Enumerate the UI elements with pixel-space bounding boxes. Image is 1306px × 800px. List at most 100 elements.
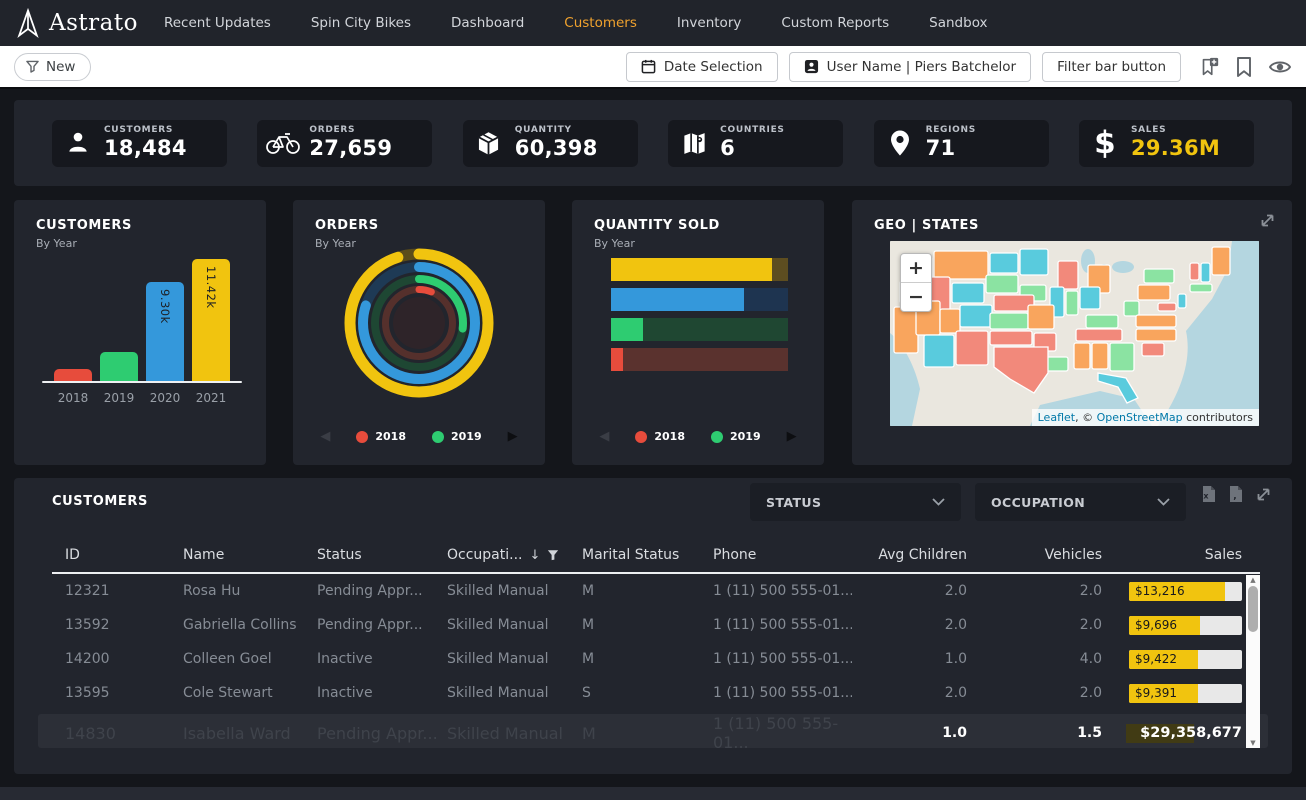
geo-states-card: GEO | STATES + − <box>852 200 1292 465</box>
chart-title: CUSTOMERS <box>36 218 132 233</box>
nav-item-custom-reports[interactable]: Custom Reports <box>781 15 889 31</box>
table-scrollbar[interactable]: ▲ ▼ <box>1246 575 1260 748</box>
hbar-2021[interactable] <box>611 258 788 281</box>
eye-icon[interactable] <box>1268 58 1292 76</box>
map-title: GEO | STATES <box>874 218 979 233</box>
map-zoom-control: + − <box>900 253 932 312</box>
col-id[interactable]: ID <box>52 547 183 563</box>
col-name[interactable]: Name <box>183 547 317 563</box>
legend-item-2019[interactable]: 2019 <box>432 430 482 443</box>
legend-item-2018[interactable]: 2018 <box>356 430 406 443</box>
legend-prev-icon[interactable]: ◀ <box>320 430 330 443</box>
bookmark-add-icon[interactable] <box>1198 56 1220 78</box>
col-marital-status[interactable]: Marital Status <box>582 547 713 563</box>
filter-bar-button-label: Filter bar button <box>1057 59 1166 75</box>
sales-bar-cell: $13,216 <box>1102 582 1242 601</box>
kpi-band: CUSTOMERS18,484 ORDERS27,659 QUANTITY60,… <box>14 100 1292 186</box>
nav-items: Recent Updates Spin City Bikes Dashboard… <box>164 15 988 31</box>
hbar-2018[interactable] <box>611 348 788 371</box>
column-filter-icon[interactable] <box>547 549 559 561</box>
user-name-button[interactable]: User Name | Piers Batchelor <box>789 52 1031 82</box>
quantity-sold-card: QUANTITY SOLD By Year ◀ 2018 2019 ▶ <box>572 200 824 465</box>
openstreetmap-link[interactable]: OpenStreetMap <box>1097 411 1183 424</box>
donut-chart[interactable] <box>340 244 498 402</box>
footer-strip <box>0 787 1306 800</box>
table-row[interactable]: 13592 Gabriella Collins Pending Appr... … <box>52 608 1242 642</box>
date-selection-button[interactable]: Date Selection <box>626 52 778 82</box>
table-row[interactable]: 14200 Colleen Goel Inactive Skilled Manu… <box>52 642 1242 676</box>
filter-bar-button[interactable]: Filter bar button <box>1042 52 1181 82</box>
nav-item-recent-updates[interactable]: Recent Updates <box>164 15 271 31</box>
table-title: CUSTOMERS <box>52 494 148 509</box>
status-filter-dropdown[interactable]: STATUS <box>750 483 961 521</box>
kpi-countries: COUNTRIES6 <box>668 120 843 167</box>
occupation-filter-dropdown[interactable]: OCCUPATION <box>975 483 1186 521</box>
table-body: 12321 Rosa Hu Pending Appr... Skilled Ma… <box>52 574 1242 710</box>
legend-prev-icon[interactable]: ◀ <box>599 430 609 443</box>
export-csv-icon[interactable]: , <box>1228 485 1244 503</box>
col-sales[interactable]: Sales <box>1102 547 1242 563</box>
astrato-logo[interactable]: Astrato <box>14 6 138 40</box>
scroll-down-icon[interactable]: ▼ <box>1250 738 1255 748</box>
total-vehicles: 1.5 <box>967 725 1102 741</box>
filter-bar: New Date Selection User Name | Piers Bat… <box>0 46 1306 89</box>
kpi-value: 29.36M <box>1131 137 1220 160</box>
table-header-row: ID Name Status Occupati... ↓ Marital Sta… <box>52 540 1242 570</box>
scrollbar-thumb[interactable] <box>1248 586 1258 632</box>
chart-title: ORDERS <box>315 218 379 233</box>
bar-2020[interactable]: 9.30k <box>146 282 184 381</box>
chart-subtitle: By Year <box>594 237 635 250</box>
col-occupation[interactable]: Occupati... ↓ <box>447 547 582 563</box>
nav-item-sandbox[interactable]: Sandbox <box>929 15 987 31</box>
nav-item-spin-city-bikes[interactable]: Spin City Bikes <box>311 15 411 31</box>
x-axis-line <box>42 381 242 383</box>
col-vehicles[interactable]: Vehicles <box>967 547 1102 563</box>
bar-chart-plot: 9.30k11.42k <box>50 255 234 381</box>
astrato-logo-icon <box>14 6 42 40</box>
new-filter-button[interactable]: New <box>14 53 91 81</box>
bookmark-icon[interactable] <box>1234 56 1254 78</box>
table-row[interactable]: 13595 Cole Stewart Inactive Skilled Manu… <box>52 676 1242 710</box>
table-row[interactable]: 12321 Rosa Hu Pending Appr... Skilled Ma… <box>52 574 1242 608</box>
leaflet-link[interactable]: Leaflet <box>1038 411 1075 424</box>
nav-item-customers[interactable]: Customers <box>564 15 637 31</box>
svg-text:,: , <box>1233 492 1236 502</box>
sort-desc-icon[interactable]: ↓ <box>529 548 540 563</box>
kpi-value: 18,484 <box>104 137 187 160</box>
legend-next-icon[interactable]: ▶ <box>508 430 518 443</box>
sales-bar-cell: $9,391 <box>1102 684 1242 703</box>
zoom-in-button[interactable]: + <box>901 254 931 283</box>
calendar-icon <box>641 59 656 74</box>
expand-icon[interactable] <box>1255 486 1272 503</box>
kpi-label: QUANTITY <box>515 126 598 136</box>
kpi-sales: $ SALES29.36M <box>1079 120 1254 167</box>
chart-legend: ◀ 2018 2019 ▶ <box>293 430 545 443</box>
logo-text: Astrato <box>49 10 138 36</box>
col-status[interactable]: Status <box>317 547 447 563</box>
kpi-orders: ORDERS27,659 <box>257 120 432 167</box>
kpi-value: 60,398 <box>515 137 598 160</box>
bar-2018[interactable] <box>54 369 92 381</box>
col-avg-children[interactable]: Avg Children <box>852 547 967 563</box>
kpi-value: 6 <box>720 137 784 160</box>
zoom-out-button[interactable]: − <box>901 283 931 311</box>
bar-2019[interactable] <box>100 352 138 381</box>
us-states-map[interactable]: + − <box>890 241 1259 426</box>
nav-item-inventory[interactable]: Inventory <box>677 15 741 31</box>
legend-next-icon[interactable]: ▶ <box>787 430 797 443</box>
customers-table-card: CUSTOMERS STATUS OCCUPATION x , ID Name … <box>14 478 1292 774</box>
col-phone[interactable]: Phone <box>713 547 852 563</box>
export-excel-icon[interactable]: x <box>1201 485 1217 503</box>
scroll-up-icon[interactable]: ▲ <box>1250 575 1255 585</box>
user-name-label: User Name | Piers Batchelor <box>827 59 1016 75</box>
nav-item-dashboard[interactable]: Dashboard <box>451 15 524 31</box>
hbar-2019[interactable] <box>611 318 788 341</box>
person-icon <box>65 130 91 156</box>
expand-icon[interactable] <box>1259 212 1276 229</box>
legend-item-2019[interactable]: 2019 <box>711 430 761 443</box>
legend-item-2018[interactable]: 2018 <box>635 430 685 443</box>
hbar-2020[interactable] <box>611 288 788 311</box>
x-tick: 2018 <box>54 391 92 405</box>
x-tick: 2020 <box>146 391 184 405</box>
bar-2021[interactable]: 11.42k <box>192 259 230 381</box>
